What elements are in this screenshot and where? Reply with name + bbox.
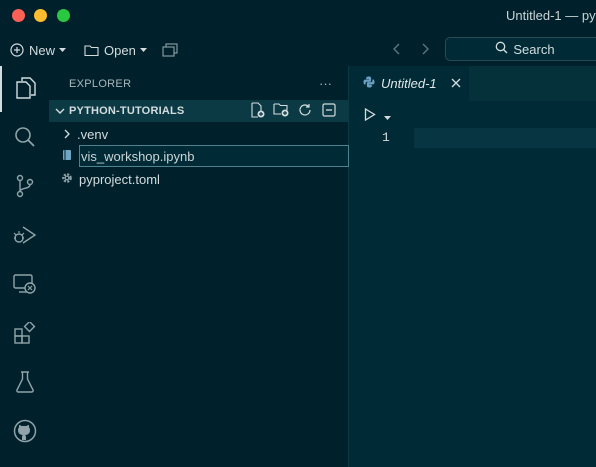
activity-github[interactable] bbox=[0, 409, 49, 455]
play-icon bbox=[364, 107, 376, 124]
run-options-button[interactable] bbox=[384, 109, 391, 124]
run-debug-icon bbox=[13, 224, 37, 249]
tab-untitled-1[interactable]: Untitled-1 bbox=[349, 66, 469, 101]
run-controls bbox=[364, 107, 391, 124]
chevron-left-icon bbox=[393, 43, 401, 58]
refresh-button[interactable] bbox=[297, 103, 313, 119]
activity-extensions[interactable] bbox=[0, 311, 49, 357]
new-folder-button[interactable] bbox=[273, 103, 289, 119]
editor-tab-bar: Untitled-1 bbox=[349, 66, 596, 101]
activity-explorer[interactable] bbox=[0, 66, 49, 112]
collapse-all-button[interactable] bbox=[321, 102, 337, 120]
tree-item-venv[interactable]: .venv bbox=[49, 123, 349, 145]
title-bar: Untitled-1 — pyt bbox=[0, 0, 596, 33]
activity-source-control[interactable] bbox=[0, 164, 49, 210]
chevron-down-icon bbox=[55, 104, 65, 119]
chevron-right-icon bbox=[63, 127, 71, 142]
current-line-highlight[interactable] bbox=[414, 128, 596, 148]
source-control-icon bbox=[15, 174, 35, 201]
search-label: Search bbox=[513, 41, 555, 57]
chevron-down-icon bbox=[384, 109, 391, 124]
layout-button[interactable] bbox=[162, 40, 178, 60]
testing-icon bbox=[15, 370, 35, 397]
close-window-button[interactable] bbox=[12, 9, 25, 22]
activity-testing[interactable] bbox=[0, 360, 49, 406]
new-button-label: New bbox=[29, 42, 56, 58]
search-input[interactable]: Search bbox=[445, 37, 596, 61]
plus-circle-icon bbox=[10, 43, 24, 57]
new-file-icon bbox=[250, 101, 265, 121]
close-tab-button[interactable] bbox=[449, 76, 463, 90]
forward-button[interactable] bbox=[416, 40, 434, 60]
tree-item-label: .venv bbox=[77, 126, 109, 142]
notebook-icon bbox=[62, 149, 72, 164]
extensions-icon bbox=[13, 320, 36, 347]
workspace-folder-header[interactable]: PYTHON-TUTORIALS bbox=[49, 100, 349, 122]
open-button[interactable]: Open bbox=[84, 40, 147, 60]
chevron-down-icon bbox=[59, 47, 67, 53]
collapse-all-icon bbox=[322, 102, 336, 120]
explorer-title: EXPLORER bbox=[69, 78, 132, 90]
remote-explorer-icon bbox=[12, 273, 37, 298]
tab-strip-empty bbox=[469, 66, 596, 101]
workspace-folder-name: PYTHON-TUTORIALS bbox=[69, 105, 185, 117]
activity-run-debug[interactable] bbox=[0, 213, 49, 259]
new-folder-icon bbox=[273, 102, 289, 120]
maximize-window-button[interactable] bbox=[57, 9, 70, 22]
tree-item-pyproject[interactable]: pyproject.toml bbox=[49, 168, 349, 190]
gear-icon bbox=[61, 172, 73, 187]
search-icon bbox=[14, 126, 36, 151]
editor-area[interactable]: 1 bbox=[349, 101, 596, 467]
refresh-icon bbox=[298, 103, 312, 120]
activity-bar bbox=[0, 66, 49, 467]
folder-icon bbox=[84, 44, 99, 57]
close-icon bbox=[451, 76, 461, 91]
rename-file-input[interactable] bbox=[79, 145, 349, 167]
github-icon bbox=[13, 419, 37, 446]
files-icon bbox=[15, 76, 37, 103]
explorer-sidebar: EXPLORER ··· PYTHON-TUTORIALS .venv vis_… bbox=[49, 66, 349, 467]
minimize-window-button[interactable] bbox=[34, 9, 47, 22]
layout-icon bbox=[162, 42, 178, 58]
activity-remote-explorer[interactable] bbox=[0, 262, 49, 308]
activity-search[interactable] bbox=[0, 115, 49, 161]
new-button[interactable]: New bbox=[10, 40, 67, 60]
line-number: 1 bbox=[382, 130, 390, 145]
folder-actions bbox=[249, 101, 337, 121]
new-file-button[interactable] bbox=[249, 101, 265, 121]
tab-label: Untitled-1 bbox=[381, 76, 437, 91]
tree-item-label: pyproject.toml bbox=[79, 171, 160, 187]
open-button-label: Open bbox=[104, 42, 136, 58]
chevron-down-icon bbox=[139, 47, 147, 53]
more-actions-button[interactable]: ··· bbox=[319, 76, 332, 91]
search-icon bbox=[495, 41, 508, 57]
window-title: Untitled-1 — pyt bbox=[506, 8, 596, 23]
back-button[interactable] bbox=[388, 40, 406, 60]
chevron-right-icon bbox=[421, 43, 429, 58]
python-icon bbox=[363, 76, 375, 91]
run-button[interactable] bbox=[364, 107, 376, 124]
